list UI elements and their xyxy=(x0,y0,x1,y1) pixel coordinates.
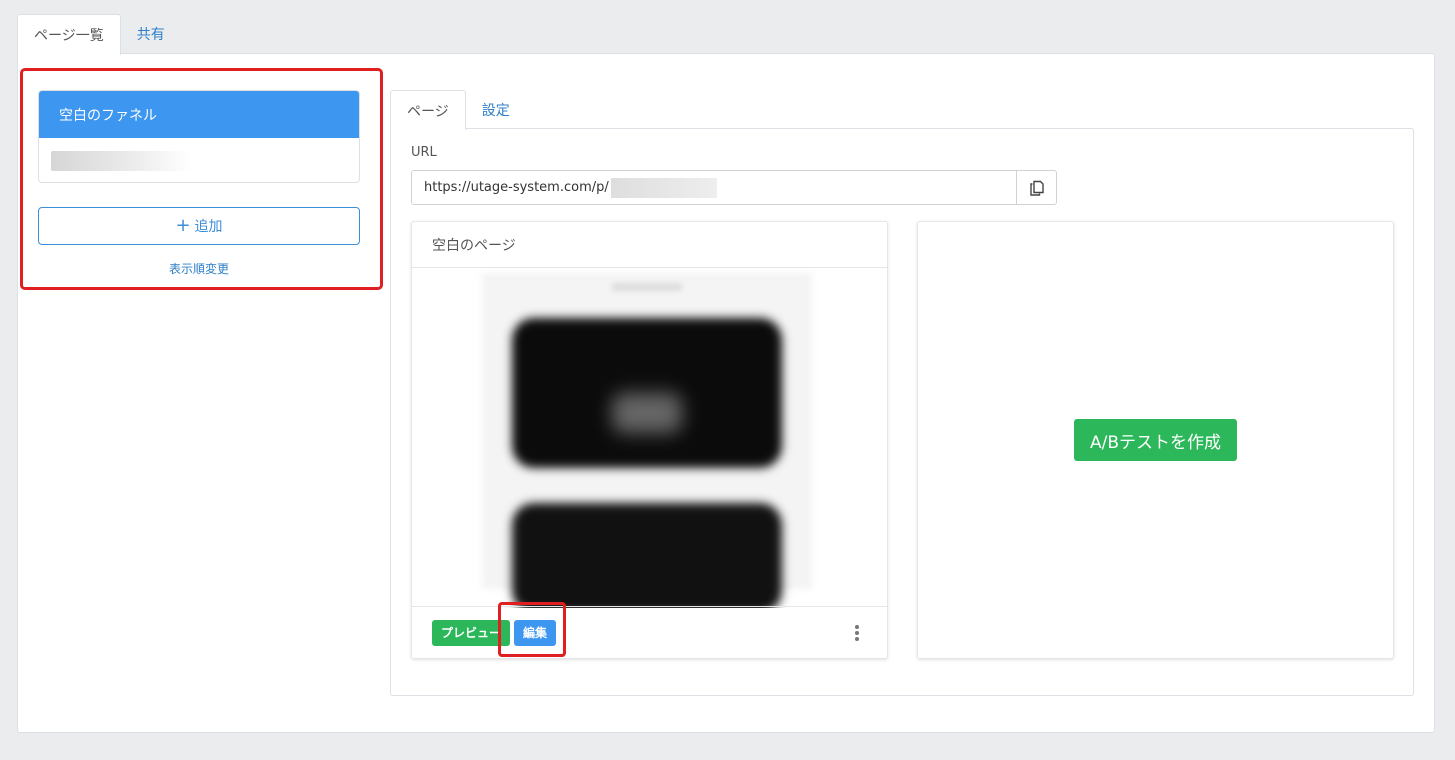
copy-url-button[interactable] xyxy=(1016,170,1057,205)
page-preview-thumbnail xyxy=(412,268,887,608)
reorder-link[interactable]: 表示順変更 xyxy=(38,260,360,277)
kebab-menu-icon[interactable] xyxy=(853,625,861,641)
tab-pages[interactable]: ページ xyxy=(390,90,466,130)
tab-page-list[interactable]: ページ一覧 xyxy=(17,14,121,55)
add-funnel-label: 追加 xyxy=(194,219,223,235)
ab-test-card: A/Bテストを作成 xyxy=(917,221,1394,659)
url-label: URL xyxy=(411,145,437,160)
blurred-thumbnail xyxy=(482,273,812,608)
add-funnel-button[interactable]: + 追加 xyxy=(38,207,360,245)
preview-button[interactable]: プレビュー xyxy=(432,619,511,646)
funnel-item-selected[interactable]: 空白のファネル xyxy=(39,91,359,138)
url-field[interactable]: https://utage-system.com/p/ xyxy=(411,170,1017,205)
page-card-footer: プレビュー 編集 xyxy=(412,606,887,658)
edit-button[interactable]: 編集 xyxy=(514,619,557,646)
create-ab-test-button[interactable]: A/Bテストを作成 xyxy=(1073,419,1238,461)
plus-icon: + xyxy=(175,215,191,236)
blurred-page-name xyxy=(51,151,191,171)
page-card: 空白のページ プレビュー 編集 xyxy=(411,221,888,659)
blurred-url-slug xyxy=(610,177,717,198)
tab-share[interactable]: 共有 xyxy=(121,14,181,54)
funnel-item[interactable] xyxy=(39,138,359,182)
funnel-list: 空白のファネル xyxy=(38,90,360,183)
inner-tab-bar: ページ 設定 xyxy=(390,90,526,130)
copy-icon xyxy=(1029,180,1044,196)
tab-settings[interactable]: 設定 xyxy=(466,90,526,129)
top-tab-bar: ページ一覧 共有 xyxy=(17,14,181,55)
page-card-title: 空白のページ xyxy=(412,222,887,268)
url-value: https://utage-system.com/p/ xyxy=(424,180,609,195)
